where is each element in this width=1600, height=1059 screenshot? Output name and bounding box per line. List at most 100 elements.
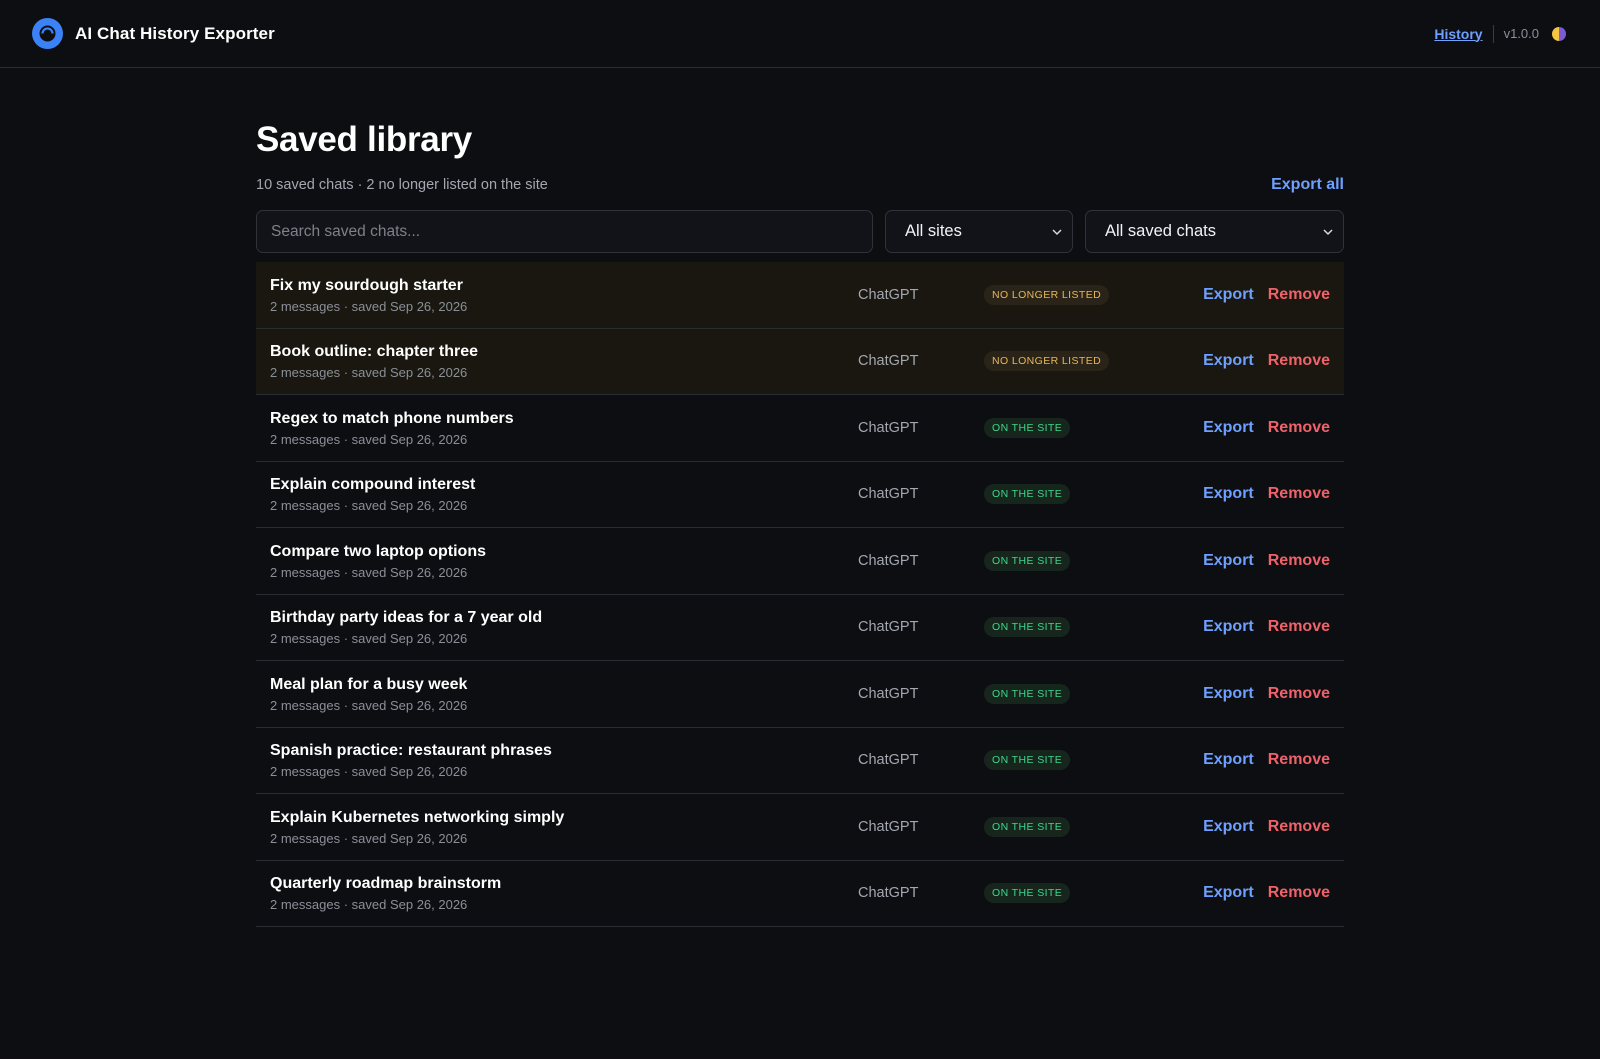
filter-bar: All sites All saved chats — [256, 210, 1344, 253]
status-badge: NO LONGER LISTED — [984, 284, 1110, 305]
chat-row: Regex to match phone numbers 2 messages … — [256, 395, 1344, 462]
remove-button[interactable]: Remove — [1268, 419, 1330, 437]
main-content: Saved library 10 saved chats · 2 no long… — [256, 68, 1344, 927]
status-cell: ON THE SITE — [984, 750, 1194, 771]
chat-row: Book outline: chapter three 2 messages ·… — [256, 328, 1344, 395]
chat-title[interactable]: Regex to match phone numbers — [270, 409, 858, 429]
remove-button[interactable]: Remove — [1268, 818, 1330, 836]
chat-info: Compare two laptop options 2 messages · … — [270, 542, 858, 580]
chat-title[interactable]: Birthday party ideas for a 7 year old — [270, 608, 858, 628]
version-label: v1.0.0 — [1503, 26, 1539, 41]
top-right-controls: History v1.0.0 — [1434, 24, 1566, 43]
theme-toggle-icon[interactable] — [1552, 26, 1566, 41]
export-all-button[interactable]: Export all — [1271, 176, 1344, 194]
export-button[interactable]: Export — [1203, 419, 1254, 437]
row-actions: Export Remove — [1194, 751, 1330, 769]
app-logo-icon — [32, 18, 63, 49]
export-button[interactable]: Export — [1203, 618, 1254, 636]
chat-site: ChatGPT — [858, 286, 919, 303]
chat-title[interactable]: Book outline: chapter three — [270, 342, 858, 362]
page-title: Saved library — [256, 120, 472, 159]
row-actions: Export Remove — [1194, 419, 1330, 437]
status-badge: ON THE SITE — [984, 484, 1071, 505]
state-filter-select[interactable]: All saved chats — [1085, 210, 1344, 253]
chat-row: Birthday party ideas for a 7 year old 2 … — [256, 595, 1344, 661]
status-cell: NO LONGER LISTED — [984, 284, 1194, 305]
saved-chat-list: Fix my sourdough starter 2 messages · sa… — [256, 262, 1344, 927]
chat-site: ChatGPT — [858, 353, 919, 370]
chat-meta: 2 messages · saved Sep 26, 2026 — [270, 697, 468, 713]
chat-title[interactable]: Explain compound interest — [270, 475, 858, 495]
chat-row: Explain Kubernetes networking simply 2 m… — [256, 794, 1344, 861]
row-actions: Export Remove — [1194, 618, 1330, 636]
chevron-down-icon — [1052, 228, 1062, 235]
chat-site: ChatGPT — [858, 752, 919, 769]
app-name: AI Chat History Exporter — [75, 23, 275, 43]
remove-button[interactable]: Remove — [1268, 286, 1330, 304]
status-cell: ON THE SITE — [984, 883, 1194, 904]
remove-button[interactable]: Remove — [1268, 352, 1330, 370]
remove-button[interactable]: Remove — [1268, 884, 1330, 902]
chat-title[interactable]: Meal plan for a busy week — [270, 675, 858, 695]
status-cell: ON THE SITE — [984, 617, 1194, 638]
chat-site: ChatGPT — [858, 486, 919, 503]
search-input[interactable] — [256, 210, 873, 253]
remove-button[interactable]: Remove — [1268, 618, 1330, 636]
chat-meta: 2 messages · saved Sep 26, 2026 — [270, 631, 468, 647]
chat-site: ChatGPT — [858, 552, 919, 569]
export-button[interactable]: Export — [1203, 818, 1254, 836]
row-actions: Export Remove — [1194, 884, 1330, 902]
chat-info: Explain compound interest 2 messages · s… — [270, 475, 858, 513]
chat-info: Book outline: chapter three 2 messages ·… — [270, 342, 858, 380]
remove-button[interactable]: Remove — [1268, 552, 1330, 570]
chat-row: Fix my sourdough starter 2 messages · sa… — [256, 262, 1344, 329]
chat-meta: 2 messages · saved Sep 26, 2026 — [270, 365, 468, 381]
row-actions: Export Remove — [1194, 685, 1330, 703]
export-button[interactable]: Export — [1203, 685, 1254, 703]
row-actions: Export Remove — [1194, 286, 1330, 304]
chevron-down-icon — [1323, 228, 1333, 235]
chat-meta: 2 messages · saved Sep 26, 2026 — [270, 498, 468, 514]
export-button[interactable]: Export — [1203, 352, 1254, 370]
status-cell: NO LONGER LISTED — [984, 351, 1194, 372]
status-badge: ON THE SITE — [984, 750, 1071, 771]
export-button[interactable]: Export — [1203, 751, 1254, 769]
state-filter-value: All saved chats — [1105, 222, 1216, 240]
site-filter-select[interactable]: All sites — [885, 210, 1073, 253]
summary-row: 10 saved chats · 2 no longer listed on t… — [256, 176, 1344, 194]
status-badge: ON THE SITE — [984, 816, 1071, 837]
chat-title[interactable]: Fix my sourdough starter — [270, 276, 858, 296]
chat-meta: 2 messages · saved Sep 26, 2026 — [270, 764, 468, 780]
chat-row: Explain compound interest 2 messages · s… — [256, 462, 1344, 528]
library-summary: 10 saved chats · 2 no longer listed on t… — [256, 177, 548, 193]
status-badge: ON THE SITE — [984, 683, 1071, 704]
remove-button[interactable]: Remove — [1268, 485, 1330, 503]
status-badge: NO LONGER LISTED — [984, 351, 1110, 372]
export-button[interactable]: Export — [1203, 552, 1254, 570]
status-cell: ON THE SITE — [984, 816, 1194, 837]
status-cell: ON THE SITE — [984, 484, 1194, 505]
export-button[interactable]: Export — [1203, 485, 1254, 503]
export-button[interactable]: Export — [1203, 286, 1254, 304]
chat-site: ChatGPT — [858, 818, 919, 835]
status-cell: ON THE SITE — [984, 417, 1194, 438]
site-filter-value: All sites — [905, 222, 962, 240]
chat-title[interactable]: Quarterly roadmap brainstorm — [270, 874, 858, 894]
chat-meta: 2 messages · saved Sep 26, 2026 — [270, 564, 468, 580]
chat-info: Quarterly roadmap brainstorm 2 messages … — [270, 874, 858, 912]
chat-info: Meal plan for a busy week 2 messages · s… — [270, 675, 858, 713]
chat-info: Spanish practice: restaurant phrases 2 m… — [270, 741, 858, 779]
status-badge: ON THE SITE — [984, 883, 1071, 904]
chat-meta: 2 messages · saved Sep 26, 2026 — [270, 298, 468, 314]
export-button[interactable]: Export — [1203, 884, 1254, 902]
history-link[interactable]: History — [1434, 26, 1492, 42]
remove-button[interactable]: Remove — [1268, 751, 1330, 769]
chat-title[interactable]: Explain Kubernetes networking simply — [270, 808, 858, 828]
chat-site: ChatGPT — [858, 685, 919, 702]
row-actions: Export Remove — [1194, 818, 1330, 836]
chat-site: ChatGPT — [858, 419, 919, 436]
chat-title[interactable]: Compare two laptop options — [270, 542, 858, 562]
chat-title[interactable]: Spanish practice: restaurant phrases — [270, 741, 858, 761]
chat-row: Quarterly roadmap brainstorm 2 messages … — [256, 861, 1344, 927]
remove-button[interactable]: Remove — [1268, 685, 1330, 703]
